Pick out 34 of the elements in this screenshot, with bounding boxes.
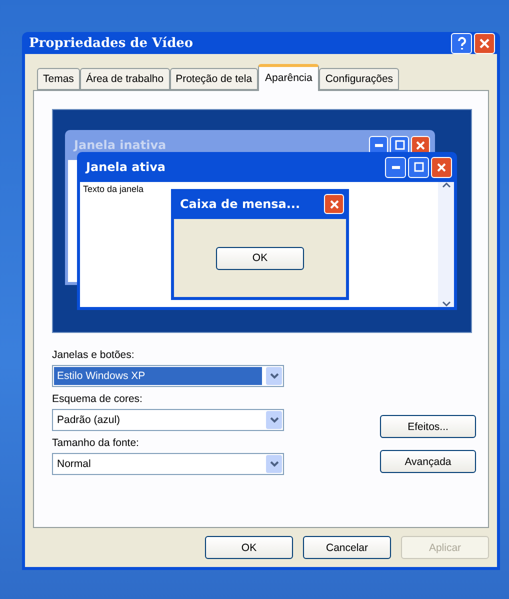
- dropdown-field[interactable]: Normal: [52, 453, 284, 475]
- tab[interactable]: Proteção de tela: [170, 68, 258, 90]
- window-text: Texto da janela: [82, 183, 145, 196]
- preview-ok-button[interactable]: OK: [216, 246, 304, 270]
- maximize-icon[interactable]: [408, 156, 429, 178]
- dialog-button[interactable]: Cancelar: [303, 536, 391, 559]
- chevron-down-icon: [442, 301, 450, 307]
- field-label: Janelas e botões:: [52, 349, 136, 361]
- chevron-up-icon: [442, 182, 450, 188]
- close-icon[interactable]: [431, 156, 452, 178]
- chevron-down-icon: [270, 461, 278, 467]
- help-icon: [456, 36, 466, 50]
- tab[interactable]: Configurações: [319, 68, 400, 90]
- tab[interactable]: Aparência: [258, 64, 320, 91]
- close-icon: [479, 38, 490, 48]
- active-window-title: Janela ativa: [86, 160, 166, 174]
- message-box-title: Caixa de mensa...: [180, 197, 300, 211]
- dialog-button[interactable]: Avançada: [380, 450, 476, 473]
- close-button[interactable]: [474, 32, 495, 54]
- tab[interactable]: Temas: [37, 68, 80, 90]
- dropdown-field[interactable]: Padrão (azul): [52, 409, 284, 431]
- inactive-window-title: Janela inativa: [74, 138, 166, 152]
- field-label: Tamanho da fonte:: [52, 437, 140, 449]
- close-icon[interactable]: [324, 194, 344, 214]
- window-title: Propriedades de Vídeo: [29, 36, 194, 50]
- dialog-button[interactable]: Efeitos...: [380, 415, 476, 438]
- minimize-icon[interactable]: [385, 156, 406, 178]
- dropdown-field[interactable]: Estilo Windows XP: [52, 365, 284, 387]
- tab[interactable]: Área de trabalho: [80, 68, 170, 90]
- field-label: Esquema de cores:: [52, 393, 144, 405]
- chevron-down-icon: [270, 373, 278, 379]
- help-button[interactable]: [451, 32, 472, 54]
- chevron-down-icon: [270, 417, 278, 423]
- dialog-button[interactable]: OK: [205, 536, 293, 559]
